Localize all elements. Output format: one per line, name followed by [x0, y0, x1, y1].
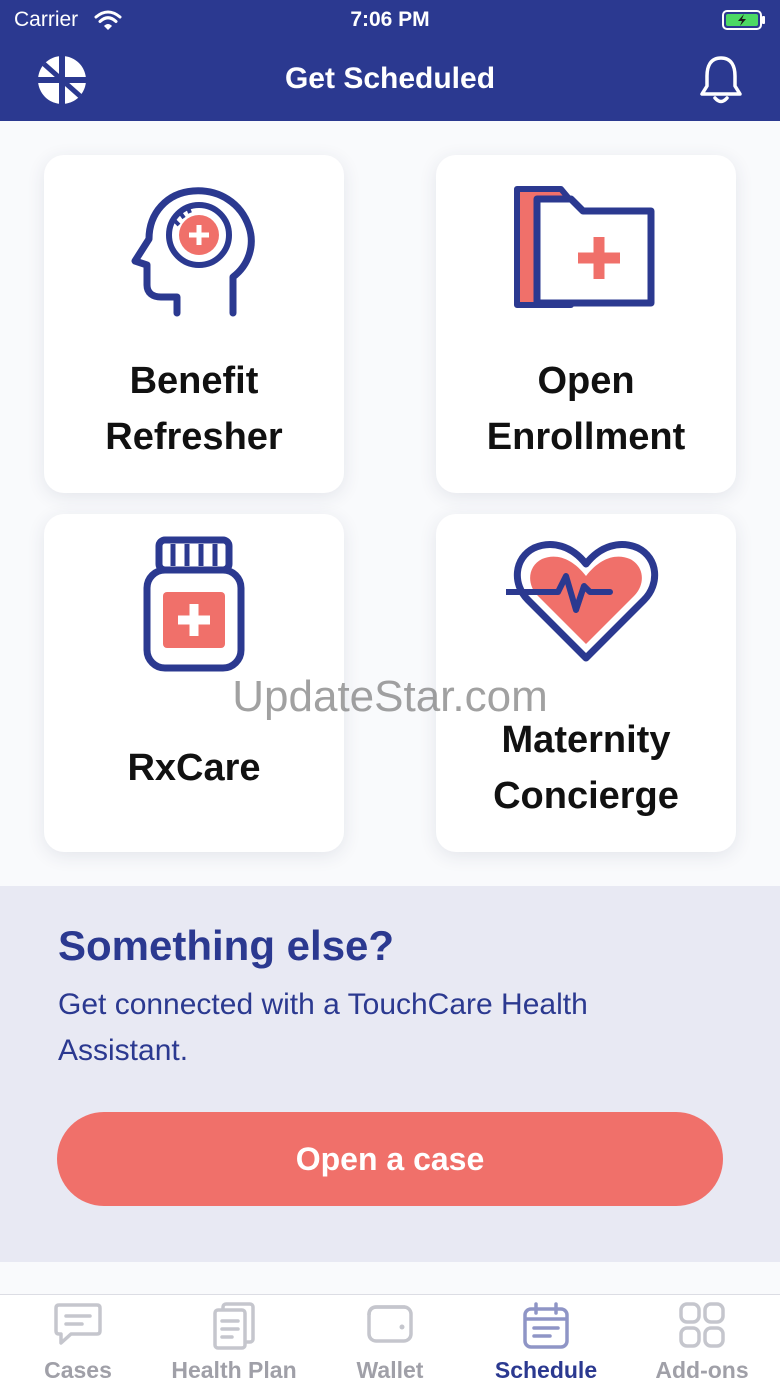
nav-bar: Get Scheduled — [0, 40, 780, 121]
tab-wallet[interactable]: Wallet — [312, 1295, 468, 1387]
tile-label: Concierge — [493, 775, 679, 817]
tile-rxcare[interactable]: RxCare — [44, 514, 344, 852]
grid-icon — [624, 1301, 780, 1354]
battery-icon — [722, 10, 766, 35]
document-icon — [156, 1301, 312, 1356]
medical-folder-icon — [436, 181, 736, 316]
pill-bottle-icon — [44, 536, 344, 677]
tab-label: Health Plan — [171, 1357, 297, 1383]
help-heading: Something else? — [58, 922, 395, 969]
tab-health-plan[interactable]: Health Plan — [156, 1295, 312, 1387]
help-section: Something else? Get connected with a Tou… — [0, 886, 780, 1262]
tab-add-ons[interactable]: Add-ons — [624, 1295, 780, 1387]
tab-label: Add-ons — [655, 1357, 749, 1383]
tile-label: Maternity — [501, 719, 671, 761]
status-bar: Carrier 7:06 PM — [0, 0, 780, 40]
page-title: Get Scheduled — [284, 62, 496, 95]
help-description: Get connected with a TouchCare Health As… — [58, 988, 588, 1067]
head-plus-icon — [44, 185, 344, 322]
tile-label: RxCare — [127, 747, 261, 789]
tile-label: Enrollment — [486, 416, 686, 458]
heartbeat-icon — [436, 536, 736, 671]
tab-bar: Cases Health Plan Wallet Schedule Add-on… — [0, 1294, 780, 1387]
tab-cases[interactable]: Cases — [0, 1295, 156, 1387]
tile-open-enrollment[interactable]: Open Enrollment — [436, 155, 736, 493]
bell-icon[interactable] — [698, 54, 744, 111]
message-icon — [0, 1301, 156, 1352]
tile-label: Refresher — [105, 416, 283, 458]
tile-label: Benefit — [129, 360, 259, 402]
open-case-button[interactable]: Open a case — [57, 1112, 723, 1206]
wallet-icon — [312, 1301, 468, 1352]
tab-label: Cases — [44, 1357, 112, 1383]
tab-label: Wallet — [356, 1357, 424, 1383]
tile-benefit-refresher[interactable]: Benefit Refresher — [44, 155, 344, 493]
calendar-icon — [468, 1301, 624, 1356]
tab-label: Schedule — [494, 1357, 598, 1383]
status-time: 7:06 PM — [350, 8, 430, 31]
tab-schedule[interactable]: Schedule — [468, 1295, 624, 1387]
tile-label: Open — [537, 360, 635, 402]
tile-maternity-concierge[interactable]: Maternity Concierge — [436, 514, 736, 852]
